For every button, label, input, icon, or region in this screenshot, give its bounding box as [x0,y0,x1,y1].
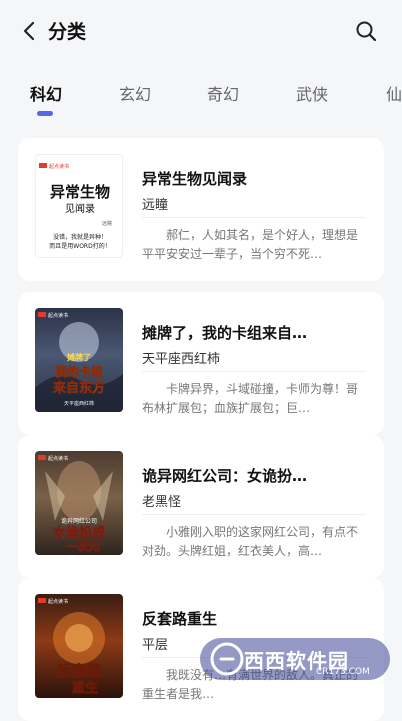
book-title: 反套路重生 [142,610,218,628]
cover-title: 诡异网红公司 [61,517,97,525]
cover-title: 重生 [72,680,98,696]
cover-tagline: 没错，我就是异种！ [53,233,107,241]
tab-xuanhuan[interactable]: 玄幻 [119,81,151,105]
divider [142,514,366,515]
book-title: 诡异网红公司：女诡扮… [142,467,308,485]
book-author: 老黑怪 [142,495,182,510]
cover-title: 反套路 [56,662,102,680]
book-title: 异常生物见闻录 [142,170,248,188]
page-title: 分类 [48,21,87,43]
tab-sci-fi[interactable]: 科幻 [30,81,62,105]
watermark-logo-icon [210,642,244,676]
cover-subtitle: 见闻录 [65,202,95,215]
book-author: 平层 [142,638,169,653]
book-cover: 起点读书 反套路 重生 [35,594,123,698]
cover-title: 一次元 [67,539,100,553]
book-card[interactable]: 起点读书 异常生物 见闻录 远瞳 没错，我就是异种！ 而且是用WORD打的！ 异… [18,138,384,281]
cover-title: 摊牌了 [67,352,91,362]
cover-badge: 起点读书 [48,312,68,319]
book-author: 天平座西红柿 [142,352,221,367]
book-cover-art: 起点读书 摊牌了 我的卡组 来自东方 天平座西红柿 [35,312,123,412]
tab-xianxia[interactable]: 仙 [386,81,402,105]
book-cover: 起点读书 诡异网红公司 女诡扮成 一次元 [35,451,123,555]
active-tab-indicator [37,111,53,116]
search-icon[interactable] [354,19,378,43]
book-cover: 起点读书 摊牌了 我的卡组 来自东方 天平座西红柿 [35,308,123,412]
book-cover: 起点读书 异常生物 见闻录 远瞳 没错，我就是异种！ 而且是用WORD打的！ [35,154,123,258]
book-cover-art: 起点读书 异常生物 见闻录 远瞳 没错，我就是异种！ 而且是用WORD打的！ [39,163,112,250]
book-description: 卡牌异界，斗域碰撞，卡师为尊！哥布林扩展包；血族扩展包；巨… [142,382,359,415]
tab-fantasy[interactable]: 奇幻 [207,81,239,105]
book-cover-art: 起点读书 反套路 重生 [38,598,105,696]
back-arrow-icon[interactable] [18,18,42,44]
watermark-url: CR173.COM [316,667,370,677]
cover-title: 我的卡组 [55,364,103,379]
cover-author: 天平座西红柿 [64,400,94,407]
cover-badge: 起点读书 [48,455,68,462]
cover-tagline: 而且是用WORD打的！ [49,242,110,250]
cover-title: 来自东方 [52,380,105,396]
book-cover-art: 起点读书 诡异网红公司 女诡扮成 一次元 [38,455,113,553]
book-card[interactable]: 起点读书 摊牌了 我的卡组 来自东方 天平座西红柿 摊牌了，我的卡组来自… 天平… [18,292,384,435]
tab-wuxia[interactable]: 武侠 [296,81,328,105]
cover-author: 远瞳 [102,220,112,227]
cover-badge: 起点读书 [49,163,69,170]
top-bar: 分类 [0,0,402,62]
category-tabs: 科幻 玄幻 奇幻 武侠 仙 [0,74,402,124]
cover-badge: 起点读书 [48,598,68,605]
cover-title: 女诡扮成 [53,525,105,541]
divider [142,217,366,218]
book-description: 郝仁，人如其名，是个好人，理想是平平安安过一辈子，当个穷不死… [142,228,359,261]
book-description: 小雅刚入职的这家网红公司，有点不对劲。头牌红姐，红衣美人，高… [142,525,359,558]
book-author: 远瞳 [142,198,169,213]
cover-title: 异常生物 [50,183,110,201]
book-card[interactable]: 起点读书 诡异网红公司 女诡扮成 一次元 诡异网红公司：女诡扮… 老黑怪 小雅刚… [18,435,384,578]
divider [142,371,366,372]
book-title: 摊牌了，我的卡组来自… [142,324,308,342]
